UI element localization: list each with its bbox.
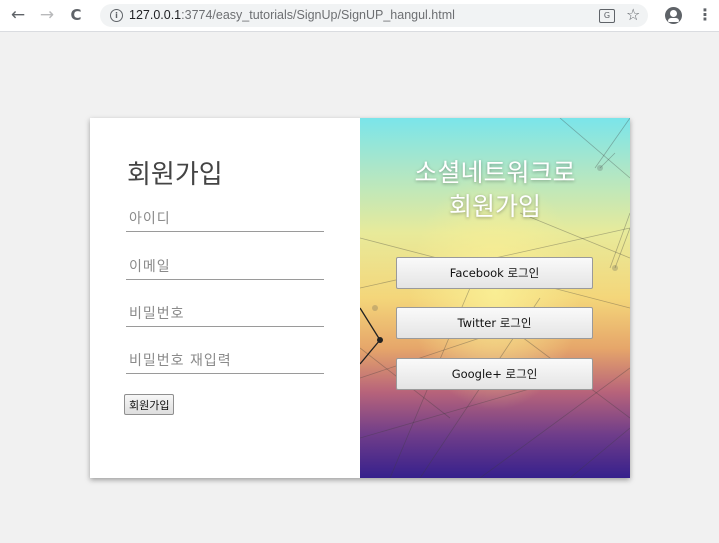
google-login-button[interactable]: Google+ 로그인 bbox=[396, 358, 593, 390]
social-title: 소셜네트워크로회원가입 bbox=[360, 156, 630, 224]
twitter-login-button[interactable]: Twitter 로그인 bbox=[396, 307, 593, 339]
signup-card: 회원가입 회원가입 bbox=[90, 118, 630, 478]
url-text[interactable]: 127.0.0.1:3774/easy_tutorials/SignUp/Sig… bbox=[129, 7, 455, 24]
info-icon[interactable]: i bbox=[110, 9, 123, 22]
facebook-login-button[interactable]: Facebook 로그인 bbox=[396, 257, 593, 289]
social-title-line2: 회원가입 bbox=[448, 192, 541, 221]
star-icon[interactable]: ☆ bbox=[626, 5, 640, 25]
signup-button[interactable]: 회원가입 bbox=[124, 394, 175, 415]
menu-icon[interactable]: ⋮ bbox=[697, 5, 713, 25]
translate-icon[interactable]: G bbox=[599, 9, 615, 23]
back-button[interactable]: ← bbox=[8, 5, 28, 25]
signup-form: 회원가입 회원가입 bbox=[90, 118, 360, 478]
reload-button[interactable]: C bbox=[66, 5, 86, 25]
password-confirm-input[interactable] bbox=[126, 348, 324, 374]
url-host: 127.0.0.1 bbox=[129, 8, 182, 22]
social-signup-panel: 소셜네트워크로회원가입 Facebook 로그인 Twitter 로그인 Goo… bbox=[360, 118, 630, 478]
social-title-line1: 소셜네트워크로 bbox=[414, 158, 576, 187]
forward-button[interactable]: → bbox=[37, 5, 57, 25]
address-bar[interactable]: i 127.0.0.1:3774/easy_tutorials/SignUp/S… bbox=[100, 4, 648, 27]
email-input[interactable] bbox=[126, 254, 324, 280]
account-icon[interactable] bbox=[665, 7, 682, 24]
id-input[interactable] bbox=[126, 206, 324, 232]
page-title: 회원가입 bbox=[127, 160, 223, 190]
password-input[interactable] bbox=[126, 301, 324, 327]
browser-toolbar: ← → C i 127.0.0.1:3774/easy_tutorials/Si… bbox=[0, 0, 719, 32]
url-path: :3774/easy_tutorials/SignUp/SignUP_hangu… bbox=[181, 8, 455, 22]
